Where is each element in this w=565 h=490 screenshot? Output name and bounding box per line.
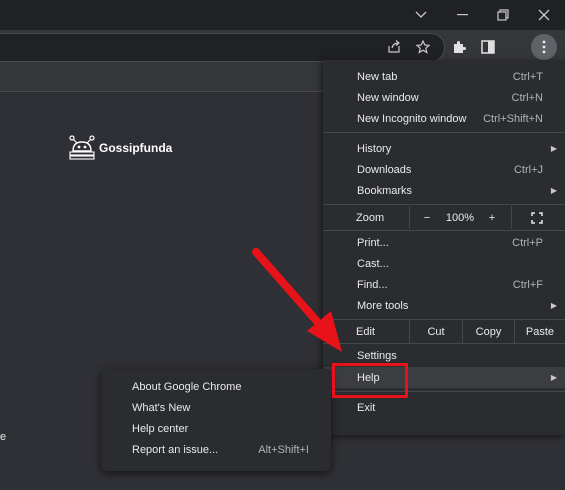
toolbar [0,30,565,64]
fullscreen-icon[interactable] [528,206,546,229]
menu-divider [323,204,565,205]
menu-item-cast[interactable]: Cast... [323,253,565,274]
chevron-right-icon: ▶ [550,144,557,153]
menu-item-settings[interactable]: Settings [323,346,565,366]
menu-divider [323,343,565,344]
minimize-icon[interactable] [443,0,483,30]
copy-button[interactable]: Copy [463,320,514,343]
chrome-main-menu: New tab Ctrl+T New window Ctrl+N New Inc… [323,60,565,435]
submenu-item-help-center[interactable]: Help center [101,418,331,439]
menu-item-new-window[interactable]: New window Ctrl+N [323,87,565,108]
zoom-level: 100% [445,211,475,224]
close-icon[interactable] [524,0,564,30]
site-logo: Gossipfunda [68,135,172,161]
submenu-item-whats-new[interactable]: What's New [101,397,331,418]
gossipfunda-logo-icon [69,135,95,160]
chevron-right-icon: ▶ [550,373,557,382]
zoom-label: Zoom [356,211,385,224]
zoom-divider [511,206,512,229]
bookmarks-bar [0,64,330,92]
submenu-item-about-chrome[interactable]: About Google Chrome [101,376,331,397]
address-bar[interactable] [0,33,445,62]
zoom-divider [409,206,410,229]
title-bar [0,0,565,30]
menu-item-bookmarks[interactable]: Bookmarks ▶ [323,180,565,201]
chevron-right-icon: ▶ [550,301,557,310]
menu-item-exit[interactable]: Exit [323,397,565,418]
page-text-fragment: e [0,431,7,443]
logo-text: Gossipfunda [99,141,173,155]
menu-divider [323,230,565,231]
menu-item-new-tab[interactable]: New tab Ctrl+T [323,66,565,87]
menu-divider [323,132,565,133]
extensions-icon[interactable] [450,38,468,56]
menu-item-help[interactable]: Help ▶ [323,367,565,388]
zoom-in-button[interactable]: + [482,206,502,229]
menu-divider [323,391,565,392]
menu-item-history[interactable]: History ▶ [323,138,565,159]
edit-label: Edit [356,325,375,338]
share-icon[interactable] [385,38,403,56]
star-icon[interactable] [414,38,432,56]
help-submenu: About Google Chrome What's New Help cent… [101,369,331,471]
restore-icon[interactable] [483,0,523,30]
zoom-row: Zoom − 100% + [323,206,565,229]
menu-item-print[interactable]: Print... Ctrl+P [323,232,565,253]
menu-item-more-tools[interactable]: More tools ▶ [323,295,565,316]
zoom-out-button[interactable]: − [417,206,437,229]
chevron-down-icon[interactable] [401,0,441,30]
menu-item-new-incognito-window[interactable]: New Incognito window Ctrl+Shift+N [323,108,565,129]
menu-item-downloads[interactable]: Downloads Ctrl+J [323,159,565,180]
chevron-right-icon: ▶ [550,186,557,195]
side-panel-icon[interactable] [479,38,497,56]
paste-button[interactable]: Paste [515,320,565,343]
menu-item-find[interactable]: Find... Ctrl+F [323,274,565,295]
cut-button[interactable]: Cut [410,320,462,343]
more-menu-icon[interactable] [531,34,557,60]
edit-row: Edit Cut Copy Paste [323,320,565,343]
submenu-item-report-issue[interactable]: Report an issue... Alt+Shift+I [101,439,331,460]
